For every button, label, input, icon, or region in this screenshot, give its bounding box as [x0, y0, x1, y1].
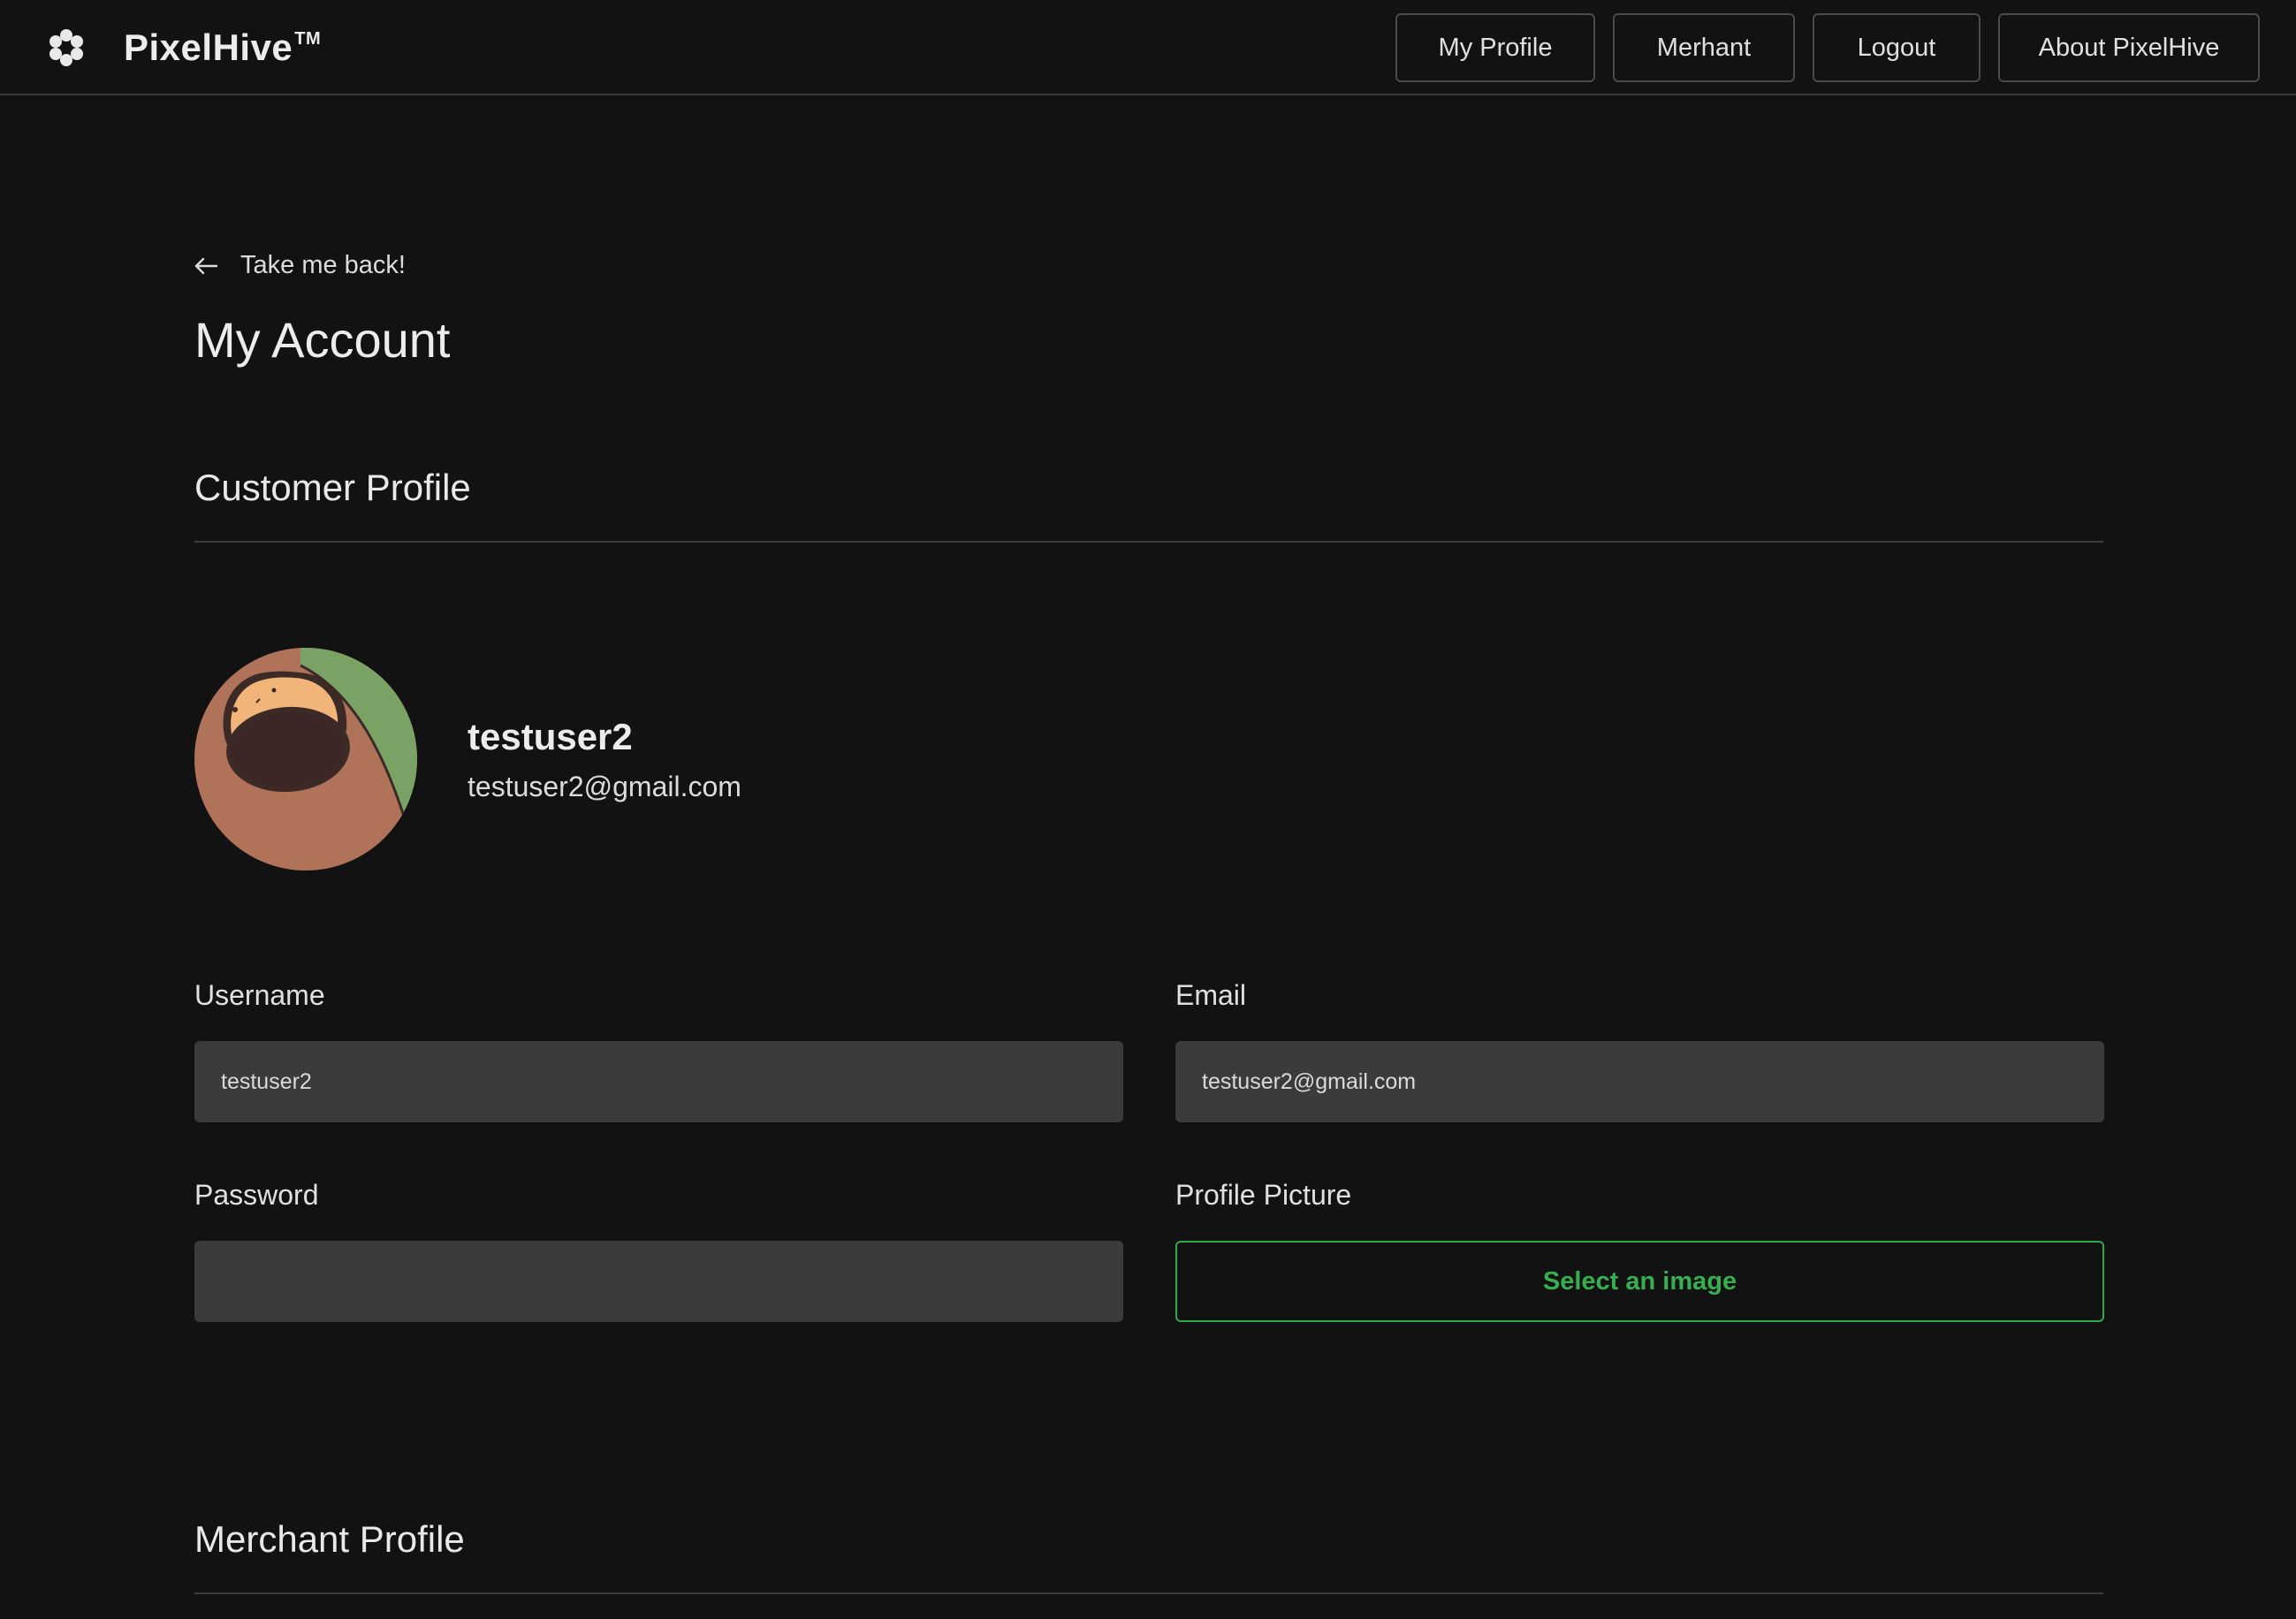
arrow-left-icon [194, 257, 217, 274]
back-link-label: Take me back! [240, 251, 406, 279]
profile-display-email: testuser2@gmail.com [468, 771, 741, 802]
email-label: Email [1175, 979, 1247, 1011]
nav-logout-button[interactable]: Logout [1813, 13, 1980, 82]
username-label: Username [194, 979, 325, 1011]
page-title: My Account [194, 312, 451, 368]
honeycomb-flower-icon [49, 29, 83, 66]
password-label: Password [194, 1179, 319, 1211]
section-divider [194, 541, 2103, 543]
username-input[interactable]: testuser2 [194, 1041, 1123, 1122]
nav-my-profile-button[interactable]: My Profile [1395, 13, 1595, 82]
nav-about-button[interactable]: About PixelHive [1998, 13, 2260, 82]
avatar [194, 648, 417, 870]
password-input[interactable] [194, 1241, 1123, 1322]
brand[interactable]: PixelHive TM [44, 25, 321, 71]
section-divider [194, 1592, 2103, 1594]
back-link[interactable]: Take me back! [194, 251, 406, 280]
brand-name: PixelHive TM [124, 27, 322, 68]
select-image-button[interactable]: Select an image [1175, 1241, 2104, 1322]
trademark-mark: TM [294, 29, 322, 49]
top-navbar: PixelHive TM My Profile Merhant Logout Ab… [0, 0, 2296, 95]
merchant-profile-heading: Merchant Profile [194, 1518, 465, 1560]
nav-buttons: My Profile Merhant Logout About PixelHiv… [1395, 13, 2260, 82]
profile-display-name: testuser2 [468, 716, 633, 757]
nav-merchant-button[interactable]: Merhant [1613, 13, 1795, 82]
profile-picture-label: Profile Picture [1175, 1179, 1352, 1211]
customer-profile-heading: Customer Profile [194, 467, 471, 508]
email-input[interactable]: testuser2@gmail.com [1175, 1041, 2104, 1122]
